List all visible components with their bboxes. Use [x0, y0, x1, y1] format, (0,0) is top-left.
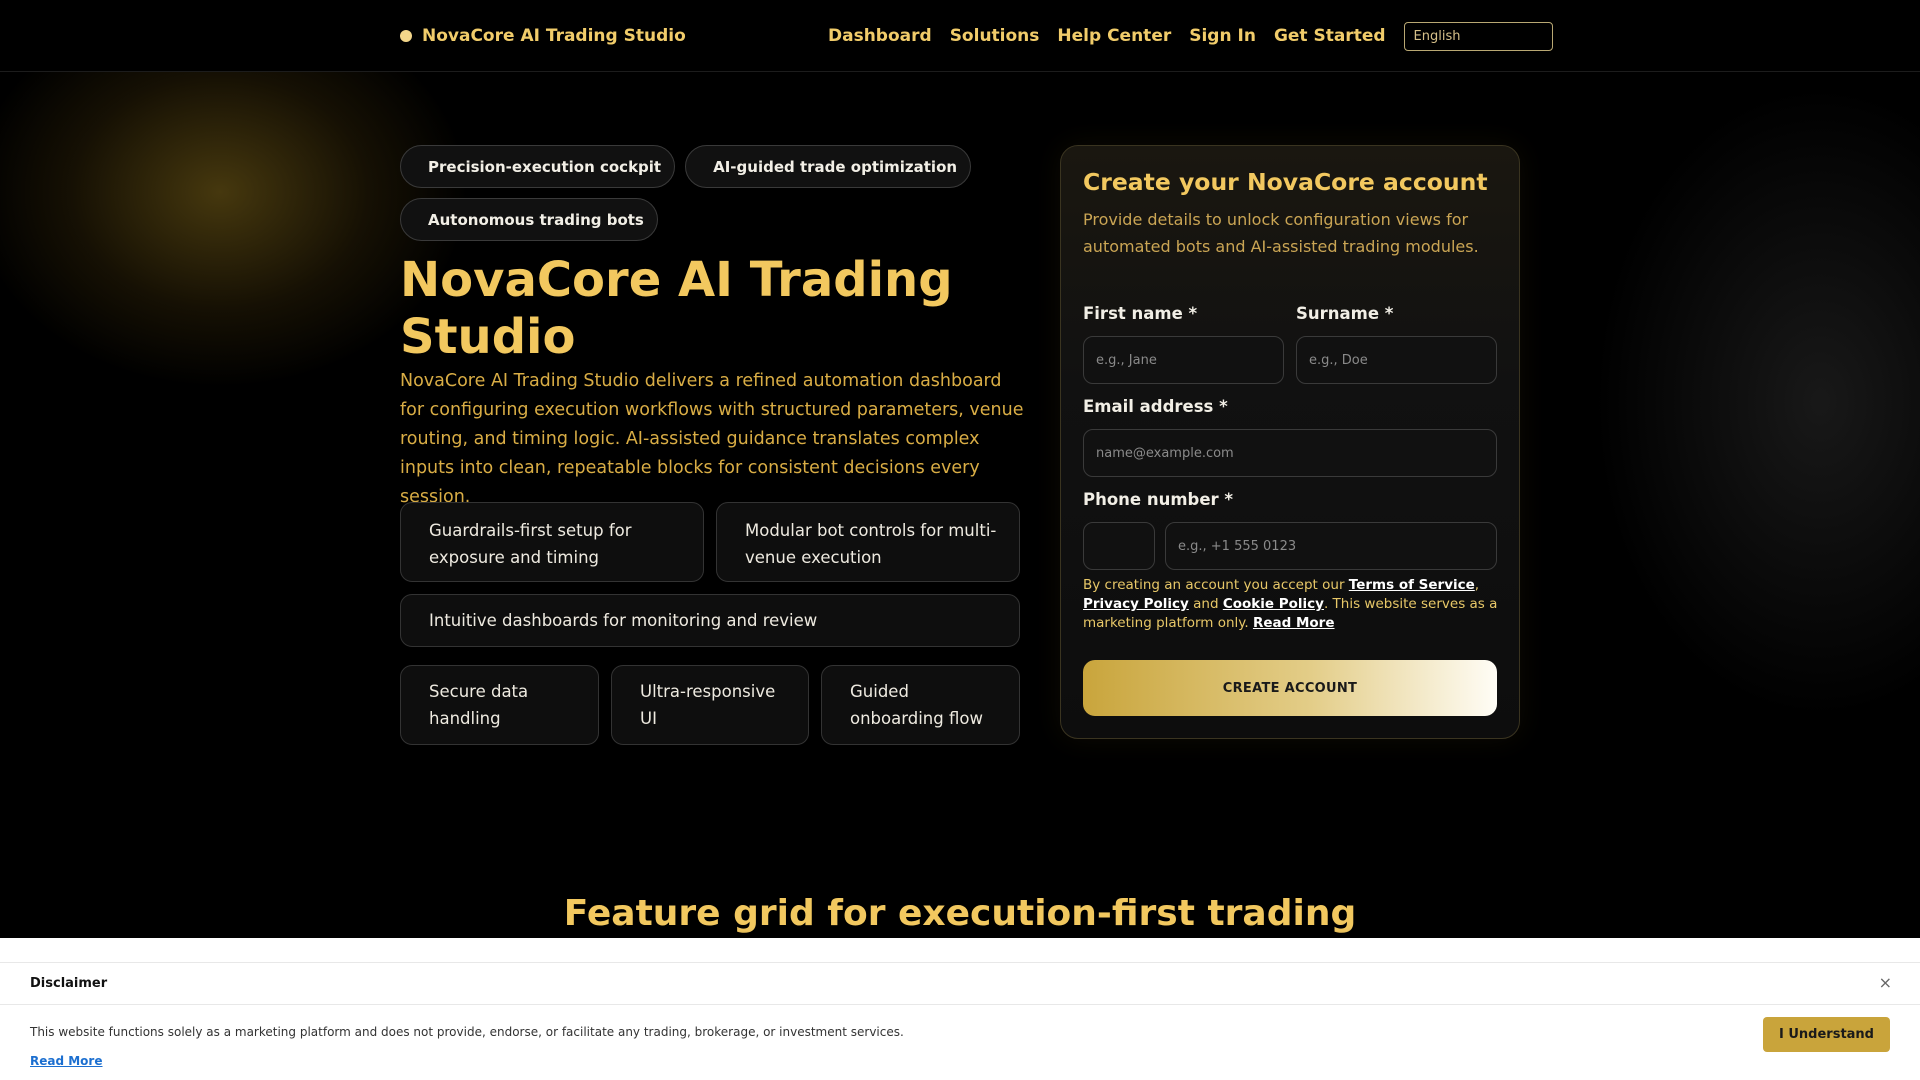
pill-autonomous-bots: Autonomous trading bots: [400, 198, 658, 241]
disclaimer-read-more-link[interactable]: Read More: [30, 1054, 103, 1068]
signup-subtitle: Provide details to unlock configuration …: [1083, 210, 1479, 256]
surname-label: Surname *: [1296, 304, 1394, 323]
disclaimer-title: Disclaimer: [30, 976, 108, 991]
nav-help-center[interactable]: Help Center: [1057, 26, 1171, 46]
pill-label: Precision-execution cockpit: [428, 157, 662, 176]
phone-label: Phone number *: [1083, 490, 1234, 509]
nav-get-started[interactable]: Get Started: [1274, 26, 1386, 46]
surname-input[interactable]: [1296, 336, 1497, 384]
nav-sign-in[interactable]: Sign In: [1189, 26, 1256, 46]
email-label: Email address *: [1083, 397, 1228, 416]
brand-dot-icon: [400, 30, 412, 42]
feature-card-modular: Modular bot controls for multi-venue exe…: [716, 502, 1020, 582]
mini-card-responsive-ui: Ultra-responsive UI: [611, 665, 809, 745]
country-code-select[interactable]: [1083, 522, 1155, 570]
nav-solutions[interactable]: Solutions: [950, 26, 1040, 46]
nav-dashboard[interactable]: Dashboard: [828, 26, 932, 46]
privacy-link[interactable]: Privacy Policy: [1083, 596, 1189, 612]
legal-prefix: By creating an account you accept our: [1083, 577, 1349, 593]
feature-text: Guided onboarding flow: [850, 682, 983, 728]
feature-grid-title: Feature grid for execution-first trading: [563, 893, 1357, 934]
feature-card-guardrails: Guardrails-first setup for exposure and …: [400, 502, 704, 582]
legal-comma: ,: [1474, 577, 1480, 593]
pill-ai-guided: AI-guided trade optimization: [685, 145, 972, 188]
feature-text: Intuitive dashboards for monitoring and …: [429, 611, 818, 630]
legal-and: and: [1188, 596, 1223, 612]
main-nav: Dashboard Solutions Help Center Sign In …: [828, 0, 1553, 72]
hero-description: NovaCore AI Trading Studio delivers a re…: [400, 371, 1024, 507]
top-header: NovaCore AI Trading Studio Dashboard Sol…: [0, 0, 1920, 72]
first-name-label: First name *: [1083, 304, 1198, 323]
feature-text: Secure data handling: [429, 682, 529, 728]
legal-text: By creating an account you accept our Te…: [1083, 576, 1503, 633]
mini-card-onboarding: Guided onboarding flow: [821, 665, 1020, 745]
create-account-button[interactable]: CREATE ACCOUNT: [1083, 660, 1497, 716]
email-input[interactable]: [1083, 429, 1497, 477]
pill-label: AI-guided trade optimization: [713, 157, 958, 176]
signup-panel: Create your NovaCore account Provide det…: [1060, 145, 1520, 739]
feature-text: Guardrails-first setup for exposure and …: [429, 521, 632, 567]
pill-label: Autonomous trading bots: [428, 210, 644, 229]
disclaimer-banner: Disclaimer × This website functions sole…: [0, 938, 1920, 1080]
language-select[interactable]: English: [1403, 21, 1553, 51]
mini-card-secure-data: Secure data handling: [400, 665, 599, 745]
hero-title: NovaCore AI Trading Studio: [400, 252, 953, 365]
disclaimer-header: Disclaimer ×: [0, 962, 1920, 1005]
pill-precision-execution: Precision-execution cockpit: [400, 145, 676, 188]
brand-name: NovaCore AI Trading Studio: [422, 26, 686, 46]
feature-text: Ultra-responsive UI: [640, 682, 776, 728]
close-icon[interactable]: ×: [1879, 973, 1892, 992]
read-more-link[interactable]: Read More: [1253, 615, 1335, 631]
first-name-input[interactable]: [1083, 336, 1284, 384]
understand-button[interactable]: I Understand: [1763, 1017, 1890, 1052]
brand[interactable]: NovaCore AI Trading Studio: [400, 0, 686, 72]
cookie-link[interactable]: Cookie Policy: [1223, 596, 1324, 612]
terms-link[interactable]: Terms of Service: [1349, 577, 1475, 593]
hero-pills: Precision-execution cockpit AI-guided tr…: [400, 145, 1020, 241]
signup-title: Create your NovaCore account: [1083, 168, 1488, 196]
feature-card-dashboards: Intuitive dashboards for monitoring and …: [400, 594, 1020, 647]
disclaimer-text: This website functions solely as a marke…: [30, 1025, 904, 1039]
feature-text: Modular bot controls for multi-venue exe…: [745, 521, 997, 567]
phone-input[interactable]: [1165, 522, 1497, 570]
